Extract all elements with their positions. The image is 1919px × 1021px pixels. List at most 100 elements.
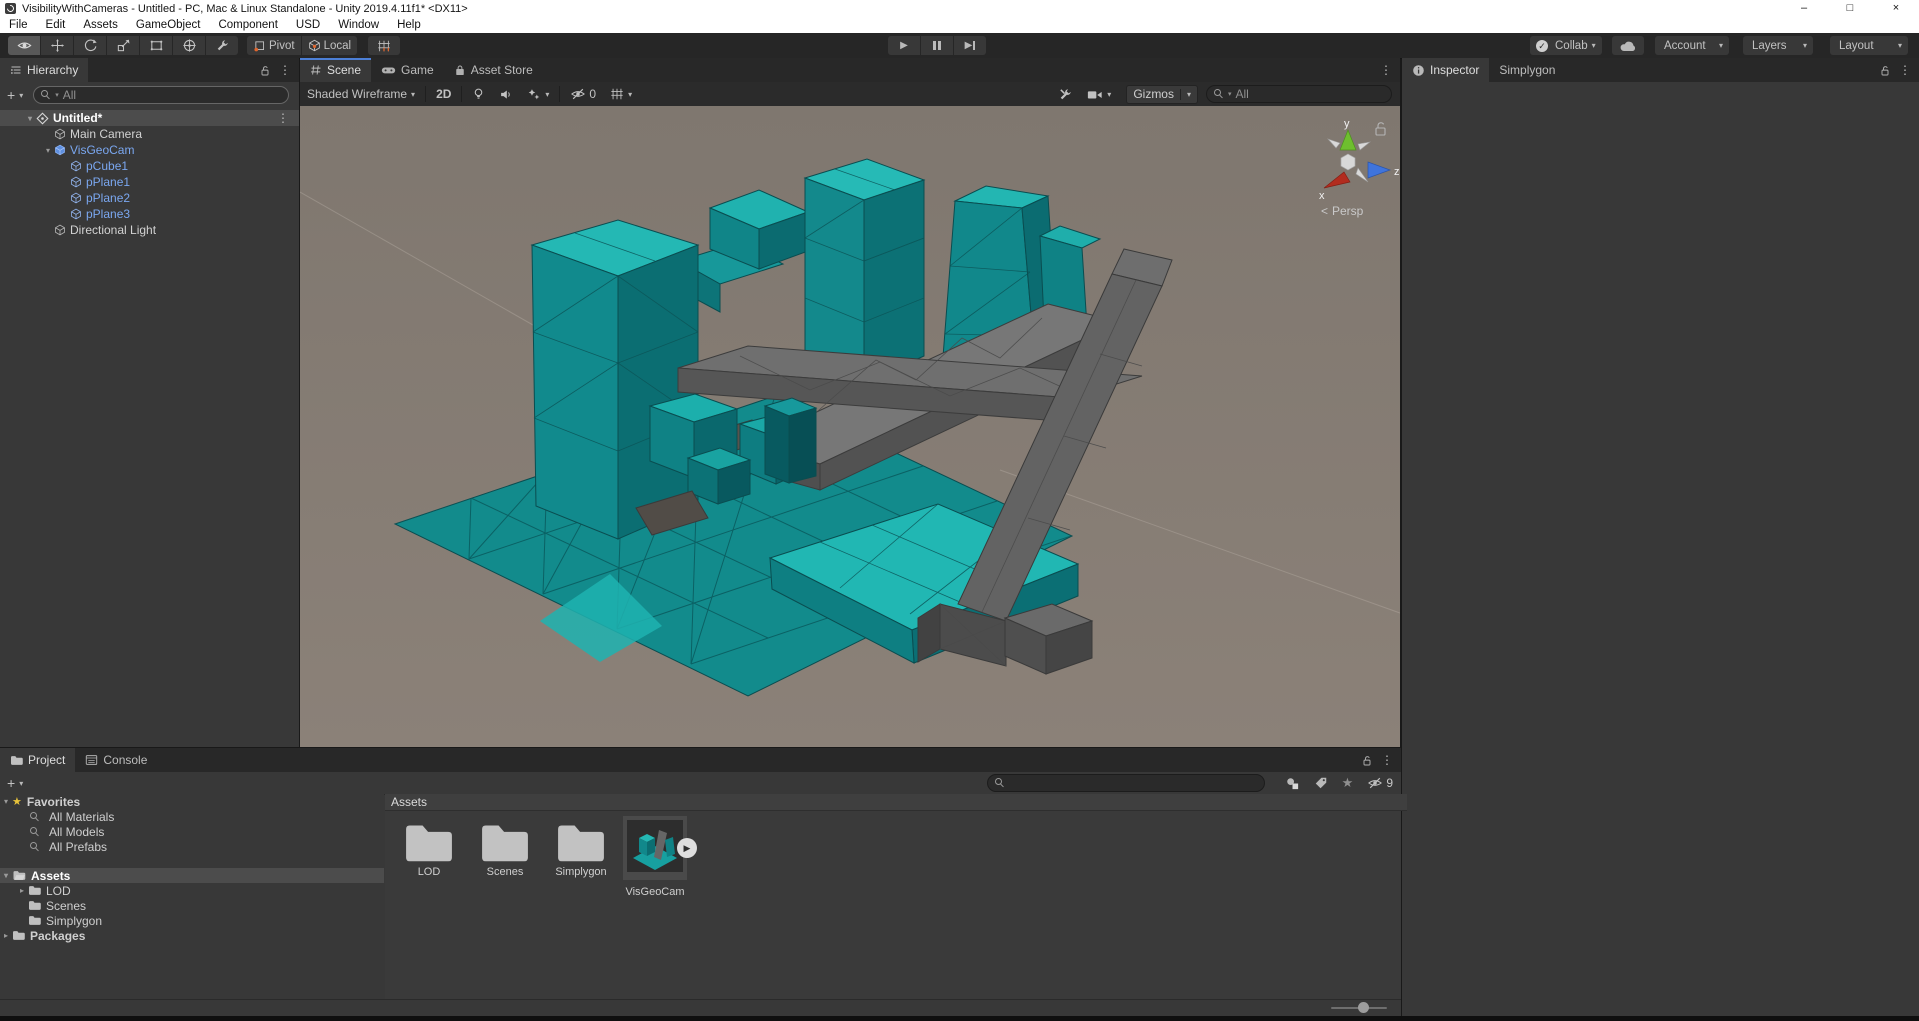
menu-gameobject[interactable]: GameObject — [127, 17, 210, 33]
hierarchy-row-visgeocam[interactable]: ▾ VisGeoCam — [0, 142, 299, 158]
tree-row-favorites[interactable]: ▾ ★ Favorites — [0, 794, 384, 809]
move-tool-button[interactable] — [41, 36, 73, 55]
tab-inspector[interactable]: Inspector — [1402, 58, 1489, 82]
lock-icon[interactable] — [1879, 64, 1891, 77]
kebab-menu-icon[interactable]: ⋮ — [1899, 63, 1911, 77]
hierarchy-row-pcube1[interactable]: pCube1 — [0, 158, 299, 174]
scene-viewport[interactable]: y z x < Persp — [300, 106, 1400, 747]
tab-simplygon[interactable]: Simplygon — [1489, 58, 1565, 82]
tree-row-assets[interactable]: ▾ Assets — [0, 868, 384, 883]
tree-row-all-materials[interactable]: All Materials — [0, 809, 384, 824]
step-button[interactable]: ▶ — [954, 36, 986, 55]
maximize-button[interactable]: □ — [1827, 0, 1873, 17]
tab-console[interactable]: Console — [75, 748, 157, 772]
expander-icon[interactable]: ▾ — [42, 146, 54, 155]
menu-help[interactable]: Help — [388, 17, 430, 33]
menu-assets[interactable]: Assets — [74, 17, 127, 33]
kebab-menu-icon[interactable]: ⋮ — [277, 111, 289, 125]
pivot-toggle-button[interactable]: Pivot — [247, 36, 301, 55]
menu-file[interactable]: File — [0, 17, 37, 33]
assets-breadcrumb[interactable]: Assets — [391, 795, 427, 809]
play-button[interactable]: ▶ — [888, 36, 920, 55]
asset-item-scenes[interactable]: Scenes — [469, 820, 541, 878]
tab-project[interactable]: Project — [0, 748, 75, 772]
draw-mode-dropdown[interactable]: Shaded Wireframe ▾ — [300, 82, 422, 106]
create-object-button[interactable]: + — [7, 87, 15, 103]
object-label: pPlane2 — [86, 191, 130, 205]
tree-row-simplygon[interactable]: Simplygon — [0, 913, 384, 928]
scene-camera-dropdown[interactable]: ▾ — [1080, 82, 1118, 106]
close-button[interactable]: × — [1873, 0, 1919, 17]
scene-visibility-toggle[interactable]: 0 — [563, 82, 603, 106]
asset-item-simplygon[interactable]: Simplygon — [545, 820, 617, 878]
project-search-input[interactable] — [987, 774, 1265, 792]
expander-icon[interactable]: ▾ — [24, 114, 36, 123]
asset-item-lod[interactable]: LOD — [393, 820, 465, 878]
local-toggle-button[interactable]: Local — [302, 36, 358, 55]
chevron-down-icon[interactable]: ▾ — [19, 779, 23, 788]
tree-row-lod[interactable]: ▸ LOD — [0, 883, 384, 898]
menu-usd[interactable]: USD — [287, 17, 329, 33]
account-dropdown[interactable]: Account ▾ — [1655, 36, 1729, 55]
tree-row-scenes[interactable]: Scenes — [0, 898, 384, 913]
tree-row-all-models[interactable]: All Models — [0, 824, 384, 839]
project-visibility-toggle[interactable]: 9 — [1367, 776, 1393, 790]
scene-3d-render[interactable]: y z x < Persp — [300, 106, 1400, 747]
chevron-down-icon[interactable]: ▾ — [19, 91, 23, 100]
tab-asset-store[interactable]: Asset Store — [444, 58, 543, 82]
menu-window[interactable]: Window — [329, 17, 388, 33]
thumbnail-size-slider-knob[interactable] — [1358, 1002, 1369, 1013]
cloud-services-button[interactable] — [1612, 36, 1644, 55]
kebab-menu-icon[interactable]: ⋮ — [1381, 753, 1393, 767]
layout-dropdown[interactable]: Layout ▾ — [1830, 36, 1908, 55]
favorites-star-icon[interactable]: ★ — [1342, 775, 1354, 791]
tab-game[interactable]: Game — [371, 58, 444, 82]
scene-search-input[interactable]: ▾ All — [1206, 85, 1392, 103]
rect-tool-button[interactable] — [140, 36, 172, 55]
lock-icon[interactable] — [259, 64, 271, 77]
lighting-toggle-button[interactable] — [465, 82, 492, 106]
hierarchy-row-directional-light[interactable]: Directional Light — [0, 222, 299, 238]
expander-icon[interactable]: ▸ — [0, 931, 12, 940]
pause-button[interactable] — [921, 36, 953, 55]
expander-icon[interactable]: ▸ — [16, 886, 28, 895]
grid-snap-button[interactable] — [368, 36, 400, 55]
menu-edit[interactable]: Edit — [37, 17, 75, 33]
hierarchy-search-input[interactable]: ▾ All — [33, 86, 289, 104]
hierarchy-row-main-camera[interactable]: Main Camera — [0, 126, 299, 142]
search-icon — [1214, 89, 1224, 99]
search-by-label-icon[interactable] — [1314, 776, 1328, 790]
2d-toggle-button[interactable]: 2D — [429, 82, 458, 106]
rotate-tool-button[interactable] — [74, 36, 106, 55]
hierarchy-row-pplane2[interactable]: pPlane2 — [0, 190, 299, 206]
effects-dropdown[interactable]: ▾ — [520, 82, 556, 106]
scene-tools-button[interactable] — [1051, 82, 1080, 106]
grid-visibility-dropdown[interactable]: ▾ — [603, 82, 639, 106]
tab-scene[interactable]: Scene — [300, 58, 371, 82]
layers-dropdown[interactable]: Layers ▾ — [1743, 36, 1813, 55]
view-tool-button[interactable] — [8, 36, 40, 55]
tree-row-packages[interactable]: ▸ Packages — [0, 928, 384, 943]
gizmos-dropdown[interactable]: Gizmos ▾ — [1126, 85, 1198, 104]
projection-label[interactable]: Persp — [1332, 204, 1364, 218]
kebab-menu-icon[interactable]: ⋮ — [279, 63, 291, 77]
lock-icon[interactable] — [1361, 754, 1373, 767]
tree-row-all-prefabs[interactable]: All Prefabs — [0, 839, 384, 854]
search-by-type-icon[interactable] — [1285, 776, 1300, 791]
minimize-button[interactable]: – — [1781, 0, 1827, 17]
expander-icon[interactable]: ▾ — [0, 871, 12, 880]
kebab-menu-icon[interactable]: ⋮ — [1380, 63, 1392, 77]
hierarchy-row-scene[interactable]: ▾ Untitled* ⋮ — [0, 110, 299, 126]
expander-icon[interactable]: ▾ — [0, 797, 12, 806]
scale-tool-button[interactable] — [107, 36, 139, 55]
gizmo-center-cube[interactable] — [1341, 154, 1355, 170]
custom-tool-button[interactable] — [206, 36, 238, 55]
collab-button[interactable]: ✓ Collab ▾ — [1530, 36, 1602, 55]
tab-hierarchy[interactable]: Hierarchy — [0, 58, 88, 82]
create-asset-button[interactable]: + — [7, 775, 15, 791]
hierarchy-row-pplane3[interactable]: pPlane3 — [0, 206, 299, 222]
hierarchy-row-pplane1[interactable]: pPlane1 — [0, 174, 299, 190]
transform-tool-button[interactable] — [173, 36, 205, 55]
audio-toggle-button[interactable] — [492, 82, 520, 106]
menu-component[interactable]: Component — [209, 17, 286, 33]
